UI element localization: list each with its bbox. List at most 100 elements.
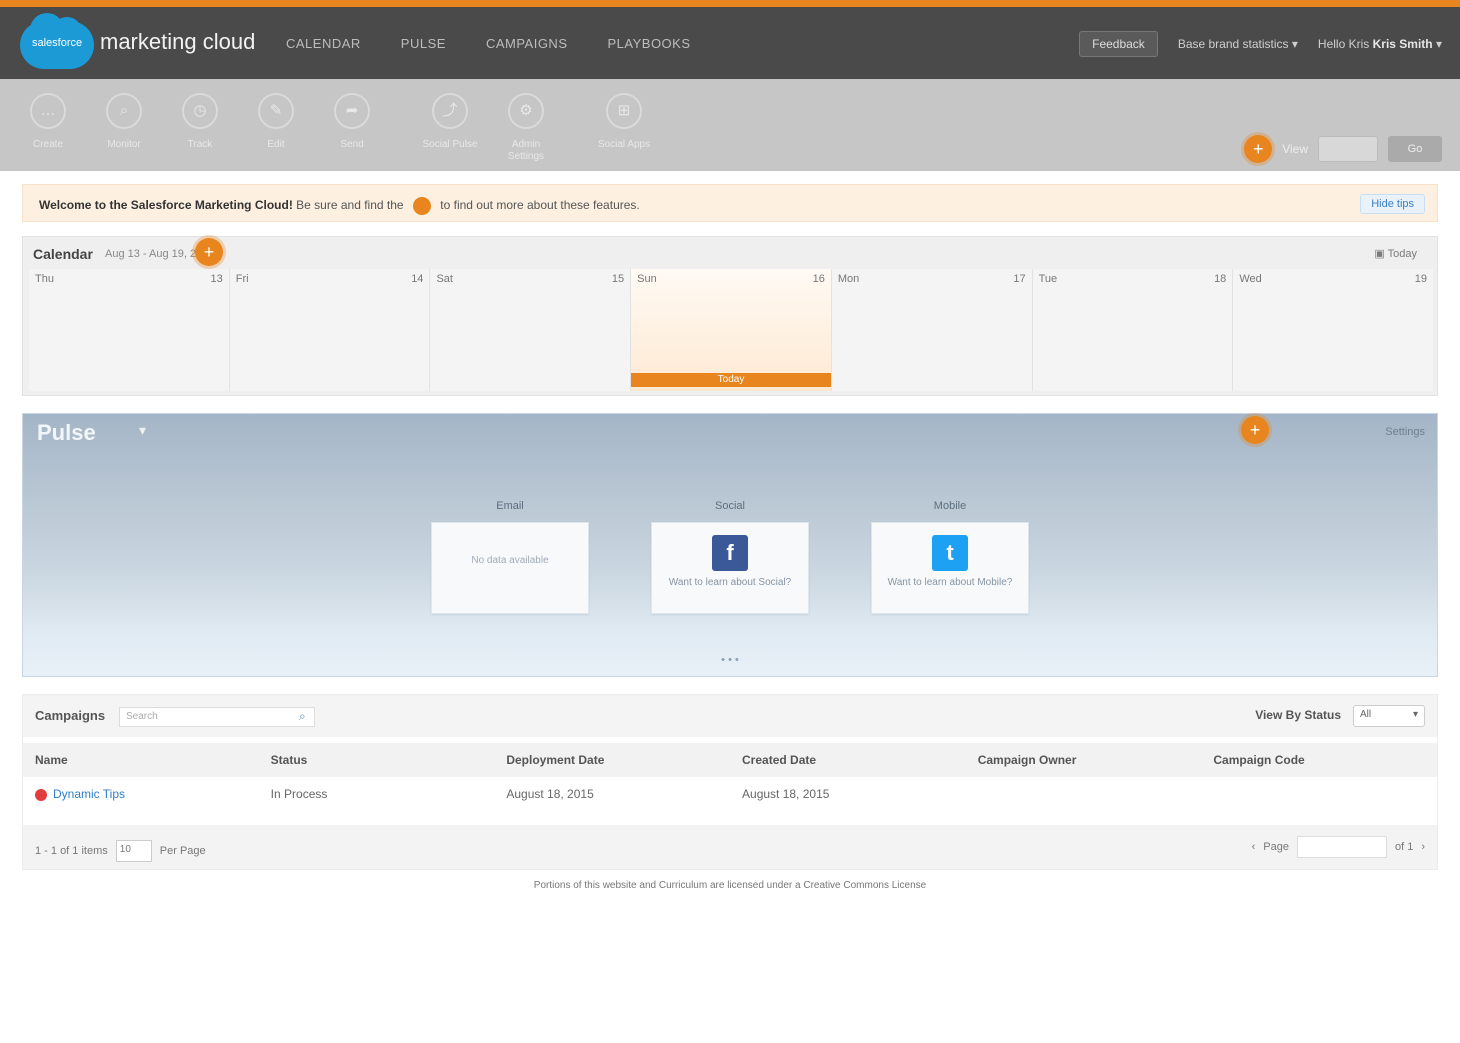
calendar-day-today[interactable]: Sun 16 Today	[631, 269, 832, 391]
today-bar: Today	[631, 373, 831, 387]
pulse-pager-dots[interactable]: • • •	[23, 654, 1437, 666]
tool-edit[interactable]: ✎ Edit	[244, 93, 308, 151]
card-caption: Mobile	[933, 500, 967, 512]
tool-track[interactable]: ◷ Track	[168, 93, 232, 151]
status-filter-value: All	[1360, 709, 1372, 720]
column-header[interactable]: Deployment Date	[494, 743, 730, 777]
table-pager: 1 - 1 of 1 items 10 Per Page ‹ Page of 1…	[23, 825, 1437, 869]
chevron-down-icon: ▾	[1412, 709, 1418, 720]
grid-icon: ⊞	[606, 93, 642, 129]
hide-tips-button[interactable]: Hide tips	[1360, 194, 1425, 214]
day-name: Mon	[837, 273, 860, 285]
column-header[interactable]: Created Date	[730, 743, 966, 777]
calendar-hotspot[interactable]: +	[195, 238, 223, 266]
facebook-icon: f	[712, 535, 748, 571]
status-filter-select[interactable]: All ▾	[1353, 705, 1425, 727]
user-greeting: Hello Kris	[1317, 37, 1370, 51]
business-unit-label: Base brand statistics	[1177, 37, 1289, 51]
top-accent-stripe	[0, 0, 1460, 7]
nav-pulse[interactable]: PULSE	[401, 36, 446, 51]
user-menu[interactable]: Hello Kris Kris Smith ▾	[1318, 37, 1442, 51]
tool-social-apps[interactable]: ⊞ Social Apps	[592, 93, 656, 151]
column-header[interactable]: Status	[259, 743, 495, 777]
tool-monitor[interactable]: ⌕ Monitor	[92, 93, 156, 151]
pulse-card-mobile: Mobile t Want to learn about Mobile?	[871, 500, 1029, 614]
campaigns-title: Campaigns	[35, 708, 106, 723]
tool-admin-settings[interactable]: ⚙ Admin Settings	[494, 93, 558, 163]
cell-owner	[966, 779, 1202, 809]
chart-icon: ⤴	[432, 93, 468, 129]
cell-created-date: August 18, 2015	[742, 787, 830, 801]
table-row: Dynamic Tips In Process August 18, 2015 …	[23, 779, 1437, 809]
day-name: Tue	[1038, 273, 1058, 285]
calendar-day[interactable]: Mon 17	[831, 269, 1033, 391]
toolbar: … Create ⌕ Monitor ◷ Track ✎ Edit ➦ Send…	[0, 79, 1460, 171]
prev-page-icon[interactable]: ‹	[1252, 841, 1256, 853]
view-input[interactable]	[1318, 136, 1378, 162]
day-number: 19	[1414, 273, 1428, 285]
page-label: Page	[1263, 841, 1289, 853]
nav-campaigns[interactable]: CAMPAIGNS	[486, 36, 568, 51]
social-card[interactable]: f Want to learn about Social?	[651, 522, 809, 614]
user-name: Kris Smith	[1372, 37, 1433, 51]
page-footer: Portions of this website and Curriculum …	[533, 880, 927, 891]
next-page-icon[interactable]: ›	[1421, 841, 1425, 853]
mobile-card[interactable]: t Want to learn about Mobile?	[871, 522, 1029, 614]
calendar-title: Calendar	[33, 246, 93, 262]
status-filter-label: View By Status	[1255, 708, 1341, 722]
calendar-today-link[interactable]: ▣ Today	[1374, 247, 1417, 260]
calendar-day[interactable]: Thu 13	[29, 269, 230, 391]
calendar-day[interactable]: Sat 15	[430, 269, 632, 391]
welcome-text-a: Be sure and find the	[296, 198, 404, 213]
twitter-icon: t	[932, 535, 968, 571]
tool-label: Admin Settings	[507, 139, 545, 162]
per-page-select[interactable]: 10	[115, 840, 152, 862]
chevron-down-icon[interactable]: ▾	[139, 422, 146, 439]
tool-send[interactable]: ➦ Send	[320, 93, 384, 151]
business-unit-selector[interactable]: Base brand statistics ▾	[1178, 37, 1298, 51]
salesforce-logo[interactable]: salesforce	[20, 13, 94, 69]
email-card[interactable]: No data available	[431, 522, 589, 614]
feedback-button[interactable]: Feedback	[1079, 31, 1158, 57]
campaign-link[interactable]: Dynamic Tips	[53, 787, 125, 801]
calendar-day[interactable]: Wed 19	[1233, 269, 1434, 391]
cell-status: In Process	[270, 787, 328, 801]
day-name: Wed	[1239, 273, 1262, 285]
welcome-text: Welcome to the Salesforce Marketing Clou…	[39, 197, 640, 215]
gear-icon: ⚙	[508, 93, 544, 129]
calendar-panel: Calendar Aug 13 - Aug 19, 2015 + ▣ Today…	[22, 236, 1438, 396]
search-icon[interactable]: ⌕	[299, 709, 306, 724]
per-page-label: Per Page	[159, 845, 206, 857]
help-hotspot-icon[interactable]: +	[1244, 135, 1273, 163]
toolbar-right: + View Go	[1244, 135, 1442, 163]
pulse-hotspot[interactable]: +	[1241, 416, 1269, 444]
card-text: Want to learn about Mobile?	[887, 577, 1013, 588]
go-button[interactable]: Go	[1388, 136, 1442, 162]
day-number: 13	[210, 273, 223, 285]
tool-label: Social Pulse	[422, 139, 478, 150]
calendar-day[interactable]: Fri 14	[229, 269, 431, 391]
calendar-day[interactable]: Tue 18	[1032, 269, 1234, 391]
app-title: marketing cloud	[100, 29, 256, 54]
nav-playbooks[interactable]: PLAYBOOKS	[608, 36, 691, 51]
main-nav: CALENDAR PULSE CAMPAIGNS PLAYBOOKS	[286, 36, 691, 51]
campaign-search-input[interactable]: Search	[119, 707, 315, 727]
page-number-input[interactable]	[1296, 836, 1387, 858]
tool-create[interactable]: … Create	[16, 93, 80, 151]
pulse-panel: Pulse ▾ + Settings Email No data availab…	[22, 413, 1438, 677]
campaigns-panel: Campaigns Search ⌕ View By Status All ▾ …	[22, 694, 1438, 870]
column-header[interactable]: Campaign Owner	[966, 743, 1202, 777]
column-header[interactable]: Campaign Code	[1201, 743, 1437, 777]
search-icon: ⌕	[106, 93, 142, 129]
app-header: salesforce marketing cloud CALENDAR PULS…	[0, 7, 1460, 79]
pulse-settings-link[interactable]: Settings	[1385, 426, 1425, 438]
pencil-icon: ✎	[258, 93, 294, 129]
column-header[interactable]: Name	[23, 743, 259, 777]
nav-calendar[interactable]: CALENDAR	[286, 36, 361, 51]
day-number: 17	[1013, 273, 1026, 285]
tool-social-pulse[interactable]: ⤴ Social Pulse	[418, 93, 482, 151]
chevron-down-icon: ▾	[1291, 37, 1298, 51]
chat-icon: …	[30, 93, 66, 129]
hotspot-icon	[412, 197, 431, 215]
error-icon	[35, 788, 47, 801]
